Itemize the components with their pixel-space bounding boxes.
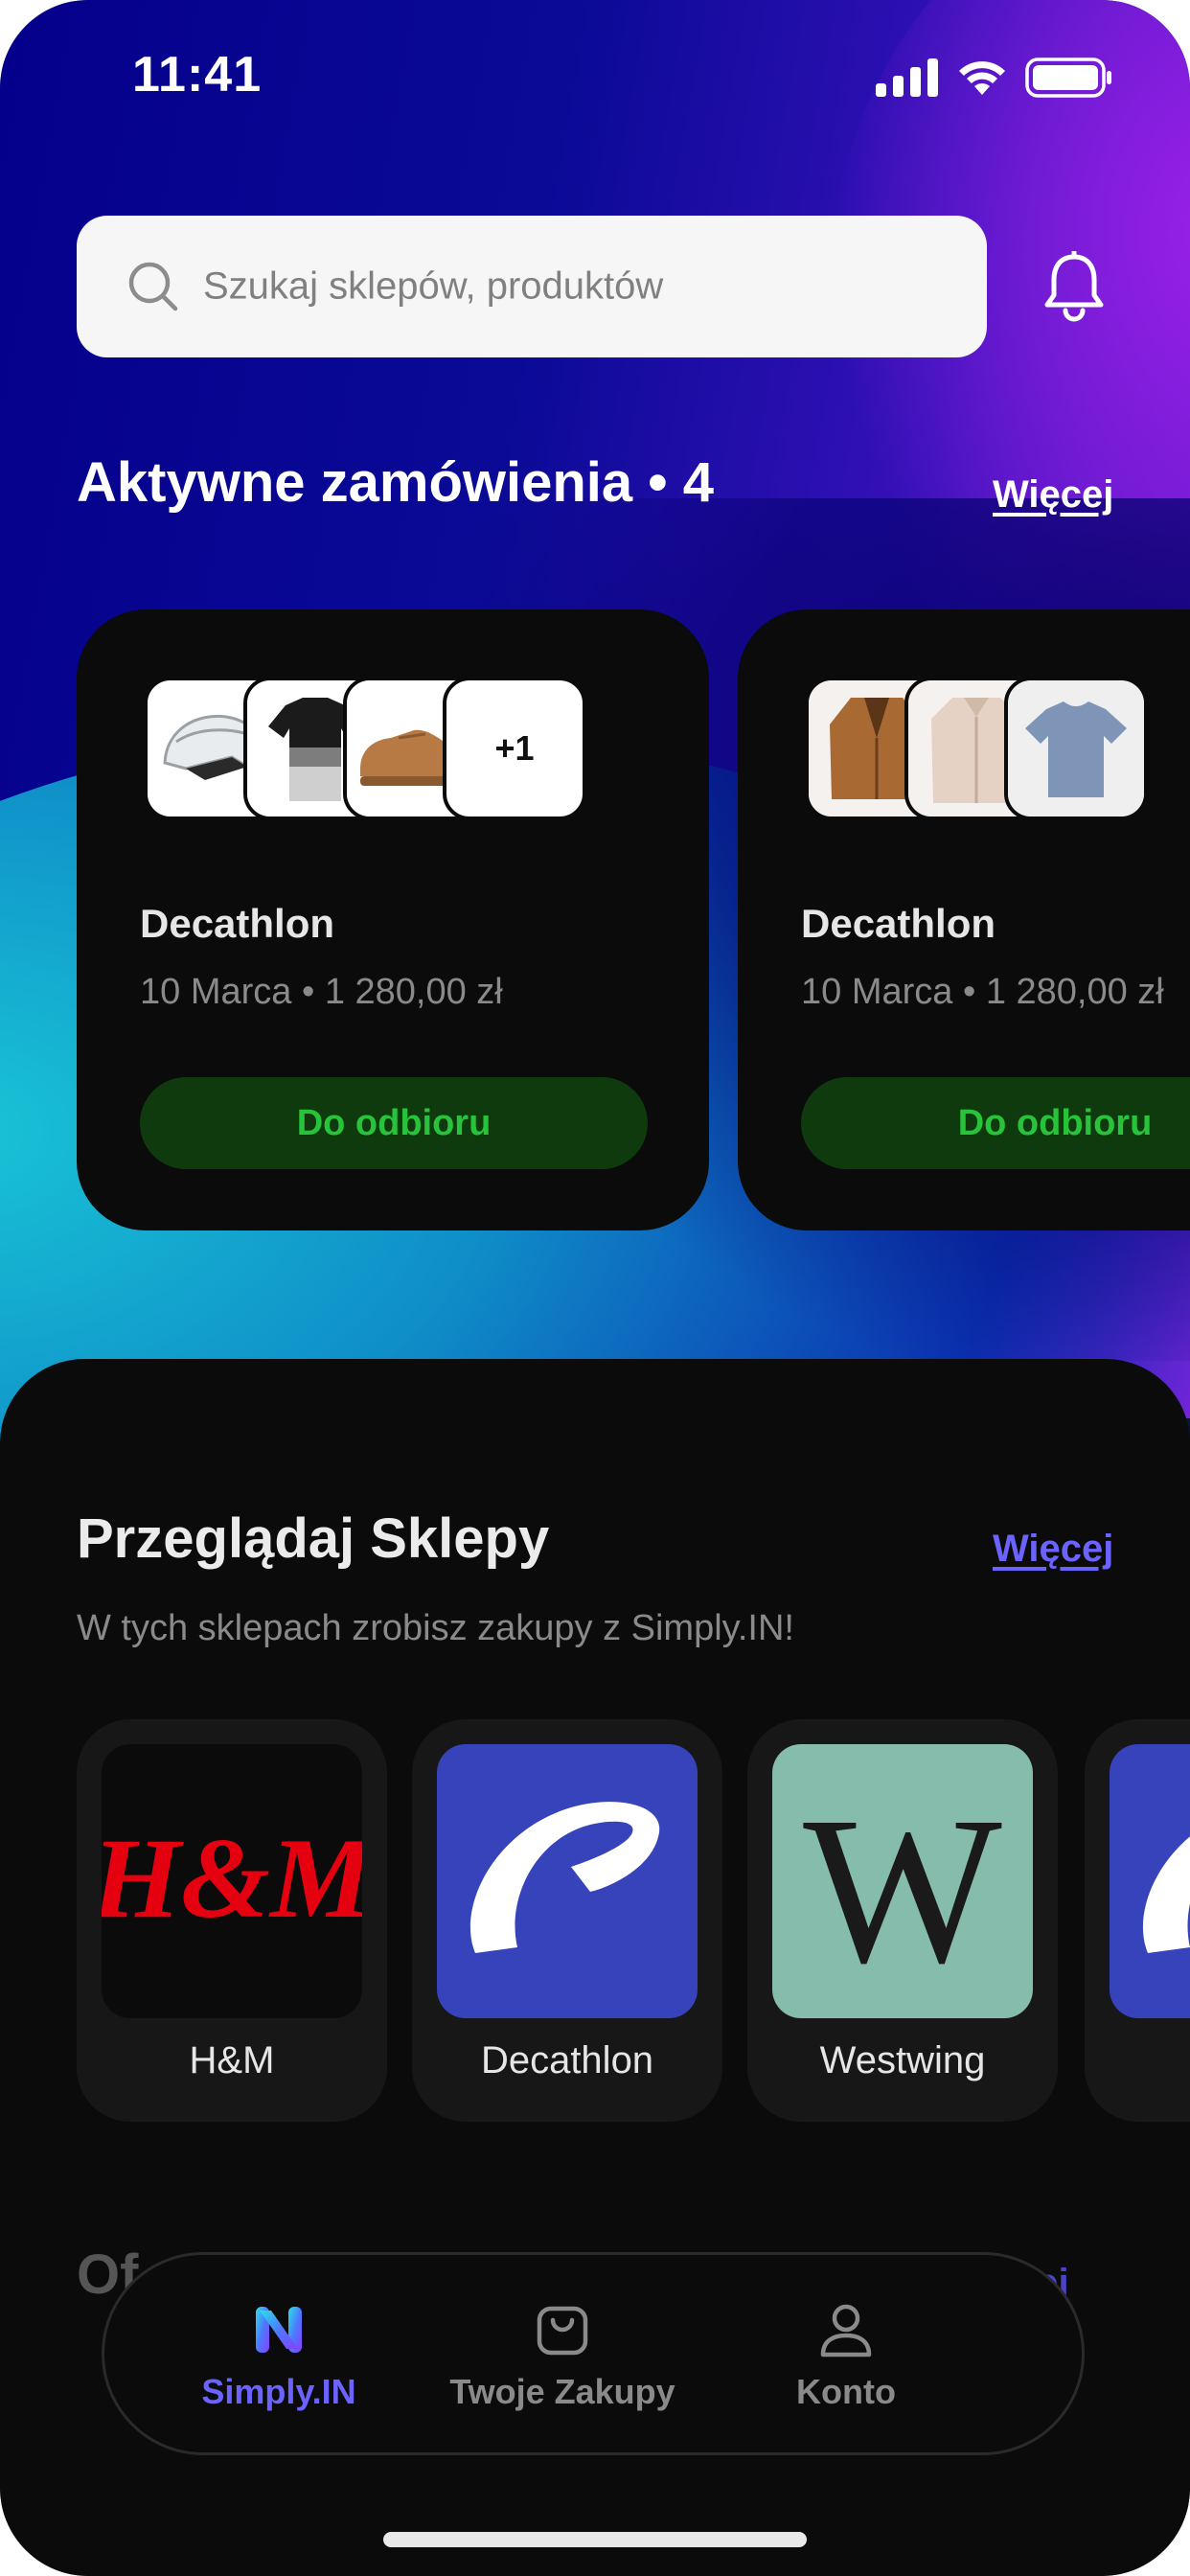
nav-label: Simply.IN: [201, 2372, 356, 2411]
order-store-name: Decathlon: [140, 901, 335, 946]
simplyin-logo-icon: [256, 2307, 302, 2353]
tshirt-product-image: [1004, 677, 1148, 820]
shop-card-decathlon[interactable]: Decathlon: [412, 1719, 722, 2122]
westwing-logo-text: W: [803, 1773, 1002, 2007]
nav-label: Twoje Zakupy: [449, 2372, 675, 2411]
app-screen: 11:41 Szukaj sklepów, produktów Aktywne …: [0, 0, 1190, 2576]
shop-name: Decathlon: [480, 2039, 654, 2082]
shop-card-hm[interactable]: H&M H&M: [77, 1719, 387, 2122]
status-icons: [876, 58, 1113, 98]
decathlon-logo: [437, 1744, 698, 2018]
order-store-name: Decathlon: [801, 901, 996, 946]
nav-item-purchases[interactable]: Twoje Zakupy: [419, 2301, 706, 2412]
order-status-button[interactable]: Do odbioru: [801, 1077, 1190, 1169]
shopping-bag-icon: [537, 2306, 588, 2356]
bottom-nav: Simply.IN Twoje Zakupy Konto: [102, 2252, 1085, 2455]
notifications-bell-icon[interactable]: [1042, 251, 1106, 322]
active-orders-title: Aktywne zamówienia • 4: [77, 451, 714, 514]
battery-icon: [1025, 58, 1111, 98]
active-orders-more-link[interactable]: Więcej: [993, 473, 1113, 517]
westwing-logo: W: [772, 1744, 1033, 2018]
order-card[interactable]: Decathlon 10 Marca • 1 280,00 zł Do odbi…: [738, 610, 1190, 1230]
shop-name: H&M: [189, 2039, 275, 2082]
home-indicator[interactable]: [383, 2532, 807, 2547]
order-meta: 10 Marca • 1 280,00 zł: [140, 972, 503, 1012]
browse-shops-title: Przeglądaj Sklepy: [77, 1507, 550, 1570]
nav-label: Konto: [796, 2372, 896, 2411]
hm-logo: H&M: [102, 1744, 362, 2018]
browse-shops-more-link[interactable]: Więcej: [993, 1528, 1113, 1571]
more-items-badge: +1: [443, 677, 586, 820]
search-bar[interactable]: Szukaj sklepów, produktów: [77, 216, 987, 357]
decathlon-logo: [1110, 1744, 1190, 2018]
order-meta: 10 Marca • 1 280,00 zł: [801, 972, 1164, 1012]
user-icon: [820, 2304, 872, 2358]
hm-logo-text: H&M: [102, 1814, 362, 1942]
status-time: 11:41: [132, 47, 263, 103]
order-status-button[interactable]: Do odbioru: [140, 1077, 648, 1169]
wifi-icon: [959, 61, 1005, 95]
shop-card-westwing[interactable]: W Westwing: [747, 1719, 1058, 2122]
shop-name: Westwing: [819, 2039, 986, 2082]
browse-shops-subtitle: W tych sklepach zrobisz zakupy z Simply.…: [77, 1608, 794, 1648]
search-icon: [128, 262, 178, 311]
nav-item-account[interactable]: Konto: [702, 2301, 990, 2412]
shop-card-partial[interactable]: [1085, 1719, 1190, 2122]
nav-item-simplyin[interactable]: Simply.IN: [135, 2301, 423, 2412]
order-card[interactable]: +1 Decathlon 10 Marca • 1 280,00 zł Do o…: [77, 610, 709, 1230]
cellular-signal-icon: [876, 58, 938, 97]
search-placeholder: Szukaj sklepów, produktów: [203, 264, 664, 308]
